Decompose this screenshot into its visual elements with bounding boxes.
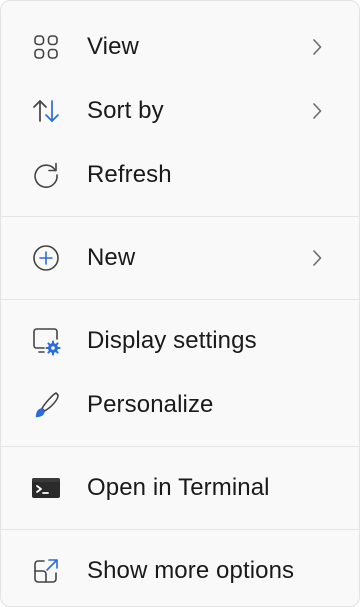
- menu-item-label: New: [87, 244, 136, 271]
- menu-separator: [1, 299, 359, 300]
- menu-item-label: Sort by: [87, 97, 164, 124]
- menu-item-new[interactable]: New: [1, 226, 359, 290]
- menu-item-open-in-terminal[interactable]: Open in Terminal: [1, 456, 359, 520]
- chevron-right-icon: [307, 248, 327, 268]
- menu-item-label: Display settings: [87, 327, 257, 354]
- desktop-context-menu: View Sort by Refresh New Display setting…: [0, 0, 360, 607]
- menu-item-label: Show more options: [87, 557, 295, 584]
- menu-item-label: Open in Terminal: [87, 474, 270, 501]
- menu-separator: [1, 529, 359, 530]
- menu-item-show-more-options[interactable]: Show more options: [1, 539, 359, 603]
- sort-arrows-icon: [29, 94, 63, 128]
- menu-separator: [1, 446, 359, 447]
- open-external-icon: [29, 554, 63, 588]
- display-settings-icon: [29, 324, 63, 358]
- brush-icon: [29, 388, 63, 422]
- menu-item-label: View: [87, 33, 139, 60]
- chevron-right-icon: [307, 37, 327, 57]
- terminal-icon: [29, 471, 63, 505]
- menu-item-sort-by[interactable]: Sort by: [1, 79, 359, 143]
- menu-item-label: Refresh: [87, 161, 172, 188]
- menu-item-label: Personalize: [87, 391, 214, 418]
- menu-separator: [1, 216, 359, 217]
- menu-item-display-settings[interactable]: Display settings: [1, 309, 359, 373]
- menu-item-view[interactable]: View: [1, 15, 359, 79]
- grid-view-icon: [29, 30, 63, 64]
- add-circle-icon: [29, 241, 63, 275]
- refresh-icon: [29, 158, 63, 192]
- menu-item-personalize[interactable]: Personalize: [1, 373, 359, 437]
- menu-item-refresh[interactable]: Refresh: [1, 143, 359, 207]
- chevron-right-icon: [307, 101, 327, 121]
